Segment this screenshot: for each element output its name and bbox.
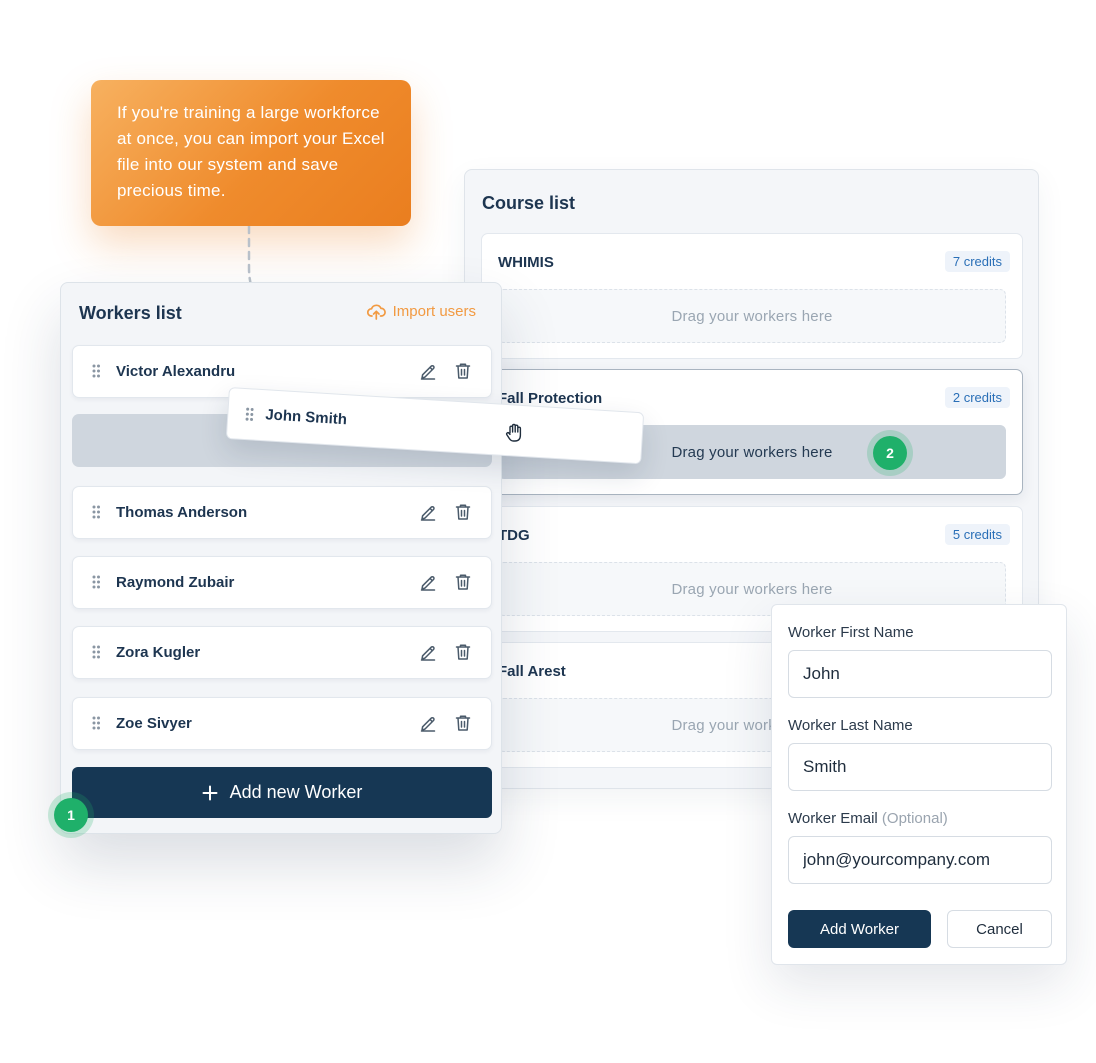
stage: Course list WHIMIS 7 credits Drag your w… [0,0,1096,1063]
worker-name: Zora Kugler [116,644,201,661]
cancel-button[interactable]: Cancel [947,910,1052,948]
step-badge-1: 1 [54,798,88,832]
credits-badge: 7 credits [944,251,1010,272]
last-name-label: Worker Last Name [788,717,913,734]
add-new-worker-label: Add new Worker [229,782,363,802]
import-tip-tooltip: If you're training a large workforce at … [91,80,411,226]
drag-handle-icon[interactable] [92,716,100,730]
add-new-worker-button[interactable]: Add new Worker [72,767,492,818]
add-worker-button[interactable]: Add Worker [788,910,931,948]
worker-name: Thomas Anderson [116,504,248,521]
course-dropzone[interactable]: Drag your workers here [498,289,1006,343]
worker-name: Raymond Zubair [116,574,235,591]
drag-handle-icon[interactable] [92,505,100,519]
drag-handle-icon[interactable] [92,364,100,378]
last-name-field[interactable] [788,743,1052,791]
course-name: Fall Arest [498,663,566,680]
edit-icon[interactable] [419,644,437,662]
course-name: WHIMIS [498,254,554,271]
worker-name: Zoe Sivyer [116,715,192,732]
edit-icon[interactable] [419,504,437,522]
first-name-field[interactable] [788,650,1052,698]
credits-badge: 5 credits [944,524,1010,545]
email-field[interactable] [788,836,1052,884]
plus-icon [202,785,218,800]
worker-row[interactable]: Thomas Anderson [72,486,492,539]
trash-icon[interactable] [455,503,471,521]
edit-icon[interactable] [419,574,437,592]
edit-icon[interactable] [419,363,437,381]
course-list-title: Course list [482,193,576,213]
course-name: TDG [498,527,530,544]
workers-list-panel: Workers list Import users Victor Alexand… [60,282,502,834]
email-label-text: Worker Email [788,810,878,827]
trash-icon[interactable] [455,643,471,661]
upload-cloud-icon [366,304,386,320]
credits-badge: 2 credits [944,387,1010,408]
drag-handle-icon[interactable] [245,407,254,421]
import-users-label: Import users [392,303,476,320]
drag-handle-icon[interactable] [92,645,100,659]
step-badge-2: 2 [873,436,907,470]
trash-icon[interactable] [455,714,471,732]
worker-row[interactable]: Zoe Sivyer [72,697,492,750]
course-card: WHIMIS 7 credits Drag your workers here [481,233,1023,359]
workers-list-title: Workers list [79,303,182,323]
import-users-link[interactable]: Import users [366,303,476,320]
edit-icon[interactable] [419,715,437,733]
drag-handle-icon[interactable] [92,575,100,589]
worker-name: Victor Alexandru [116,363,236,380]
worker-row[interactable]: Raymond Zubair [72,556,492,609]
add-worker-form: Worker First Name Worker Last Name Worke… [771,604,1067,965]
worker-row[interactable]: Zora Kugler [72,626,492,679]
email-optional-note: (Optional) [881,810,948,827]
grab-cursor-icon [505,423,522,442]
tooltip-text: If you're training a large workforce at … [117,103,385,200]
trash-icon[interactable] [455,362,471,380]
dragged-worker-name: John Smith [264,406,348,429]
email-label: Worker Email (Optional) [788,810,948,827]
first-name-label: Worker First Name [788,624,914,641]
trash-icon[interactable] [455,573,471,591]
